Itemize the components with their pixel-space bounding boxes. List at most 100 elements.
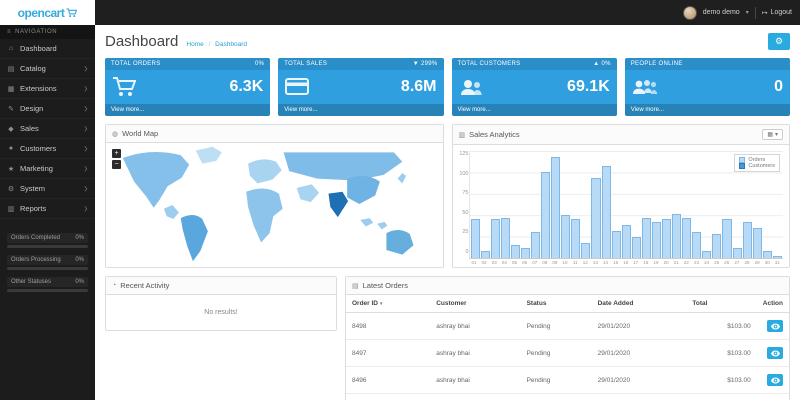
sidebar-stats: Orders Completed 0% Orders Processing 0%… — [0, 233, 95, 292]
sidebar-item-marketing[interactable]: ★ Marketing ❯ — [0, 159, 95, 179]
col-total[interactable]: Total — [686, 295, 756, 313]
col-action: Action — [757, 295, 789, 313]
order-date: 29/01/2020 — [592, 367, 687, 394]
tile-value: 6.3K — [229, 78, 263, 96]
bottom-row: ◔ Recent Activity No results! ▤ Latest O… — [105, 276, 790, 400]
sidebar-stat: Other Statuses 0% — [7, 277, 88, 292]
x-tick-label: 19 — [651, 260, 660, 265]
shopping-cart-icon — [112, 76, 136, 98]
logout-label: Logout — [771, 9, 792, 16]
order-customer: ashray bhai — [430, 313, 520, 340]
logout-button[interactable]: ↦ Logout — [762, 9, 792, 17]
logo[interactable]: opencart — [0, 0, 95, 25]
stat-value: 0% — [75, 279, 84, 285]
map-zoom-out-button[interactable]: − — [112, 160, 121, 169]
nav-item-label: Sales — [20, 124, 39, 133]
sidebar-item-catalog[interactable]: ▤ Catalog ❯ — [0, 59, 95, 79]
sales-bars: Orders Customers — [469, 151, 784, 259]
world-map-title: World Map — [122, 129, 158, 138]
nav-item-label: Reports — [20, 204, 46, 213]
sidebar-stat: Orders Completed 0% — [7, 233, 88, 248]
x-tick-label: 13 — [591, 260, 600, 265]
nav-item-label: Dashboard — [20, 44, 57, 53]
breadcrumb-home[interactable]: Home — [186, 41, 203, 48]
order-date: 29/01/2020 — [592, 340, 687, 367]
chevron-down-icon: ▾ — [746, 9, 749, 16]
order-row: 8497 ashray bhai Pending 29/01/2020 $103… — [346, 340, 789, 367]
order-status: Pending — [521, 367, 592, 394]
view-order-button[interactable] — [767, 347, 783, 359]
breadcrumb-current[interactable]: Dashboard — [215, 41, 247, 48]
sidebar-item-reports[interactable]: ▥ Reports ❯ — [0, 199, 95, 219]
sidebar-item-design[interactable]: ✎ Design ❯ — [0, 99, 95, 119]
col-order-id[interactable]: Order ID▾ — [346, 295, 430, 313]
stat-label: Orders Processing — [11, 257, 61, 263]
breadcrumb-separator: / — [209, 41, 211, 48]
chart-bar — [672, 214, 681, 259]
map-zoom-in-button[interactable]: + — [112, 149, 121, 158]
clock-icon: ◔ — [112, 282, 116, 289]
x-tick-label: 12 — [581, 260, 590, 265]
view-more-link[interactable]: View more... — [278, 104, 443, 116]
x-tick-label: 31 — [773, 260, 782, 265]
view-more-link[interactable]: View more... — [105, 104, 270, 116]
nav-item-icon: ◆ — [7, 125, 15, 133]
tile-total-customers: TOTAL CUSTOMERS ▲ 0% 69.1K View more... — [452, 58, 617, 116]
user-area: demo demo ▾ ↦ Logout — [683, 6, 800, 20]
tile-delta: 0% — [255, 61, 264, 67]
tile-value: 0 — [774, 78, 783, 96]
latest-orders-table: Order ID▾ Customer Status Date Added Tot… — [346, 295, 789, 400]
chevron-right-icon: ❯ — [84, 106, 88, 112]
tile-total-sales: TOTAL SALES ▼ 299% 8.6M View more... — [278, 58, 443, 116]
x-tick-label: 23 — [692, 260, 701, 265]
x-tick-label: 03 — [490, 260, 499, 265]
view-more-link[interactable]: View more... — [452, 104, 617, 116]
x-tick-label: 22 — [682, 260, 691, 265]
order-row: 8495 ashray bhai Pending 29/01/2020 $103… — [346, 394, 789, 400]
chart-bar — [571, 219, 580, 258]
sidebar-item-system[interactable]: ⚙ System ❯ — [0, 179, 95, 199]
recent-activity-empty: No results! — [106, 295, 336, 330]
col-date-added[interactable]: Date Added — [592, 295, 687, 313]
stat-label: Orders Completed — [11, 235, 60, 241]
sidebar-item-dashboard[interactable]: ⌂ Dashboard — [0, 39, 95, 59]
view-order-button[interactable] — [767, 320, 783, 332]
y-tick-label: 100 — [455, 171, 469, 177]
progress-bar — [7, 245, 88, 248]
sidebar-item-customers[interactable]: ● Customers ❯ — [0, 139, 95, 159]
nav-list: ⌂ Dashboard ▤ Catalog ❯ ▦ Extensions ❯ ✎… — [0, 39, 95, 219]
col-status[interactable]: Status — [521, 295, 592, 313]
page-title: Dashboard — [105, 33, 178, 50]
stat-value: 0% — [75, 235, 84, 241]
tile-delta: ▼ 299% — [413, 61, 438, 67]
sidebar-item-sales[interactable]: ◆ Sales ❯ — [0, 119, 95, 139]
nav-item-icon: ● — [7, 145, 15, 152]
x-tick-label: 27 — [732, 260, 741, 265]
order-customer: ashray bhai — [430, 340, 520, 367]
dashboard-settings-button[interactable]: ⚙ — [768, 33, 790, 50]
nav-item-icon: ▤ — [7, 65, 15, 73]
order-status: Pending — [521, 394, 592, 400]
breadcrumb: Home / Dashboard — [186, 41, 247, 48]
chart-bar — [722, 219, 731, 258]
users-icon — [459, 77, 483, 97]
view-more-link[interactable]: View more... — [625, 104, 790, 116]
nav-item-icon: ✎ — [7, 105, 15, 113]
user-name[interactable]: demo demo — [703, 9, 740, 16]
logo-text: opencart — [18, 6, 65, 20]
chart-range-button[interactable]: ▦ ▾ — [762, 129, 783, 140]
sidebar: ≡ NAVIGATION ⌂ Dashboard ▤ Catalog ❯ ▦ E… — [0, 25, 95, 400]
chart-bar — [763, 251, 772, 258]
col-customer[interactable]: Customer — [430, 295, 520, 313]
view-order-button[interactable] — [767, 374, 783, 386]
latest-orders-panel: ▤ Latest Orders Order ID▾ Customer Statu… — [345, 276, 790, 400]
chevron-right-icon: ❯ — [84, 126, 88, 132]
main-content: Dashboard Home / Dashboard ⚙ TOTAL ORDER… — [95, 25, 800, 400]
chart-bar — [481, 251, 490, 258]
sidebar-item-extensions[interactable]: ▦ Extensions ❯ — [0, 79, 95, 99]
world-map-svg[interactable] — [106, 143, 443, 265]
nav-item-label: Design — [20, 104, 43, 113]
x-tick-label: 10 — [560, 260, 569, 265]
user-avatar[interactable] — [683, 6, 697, 20]
y-tick-label: 0 — [455, 249, 469, 255]
